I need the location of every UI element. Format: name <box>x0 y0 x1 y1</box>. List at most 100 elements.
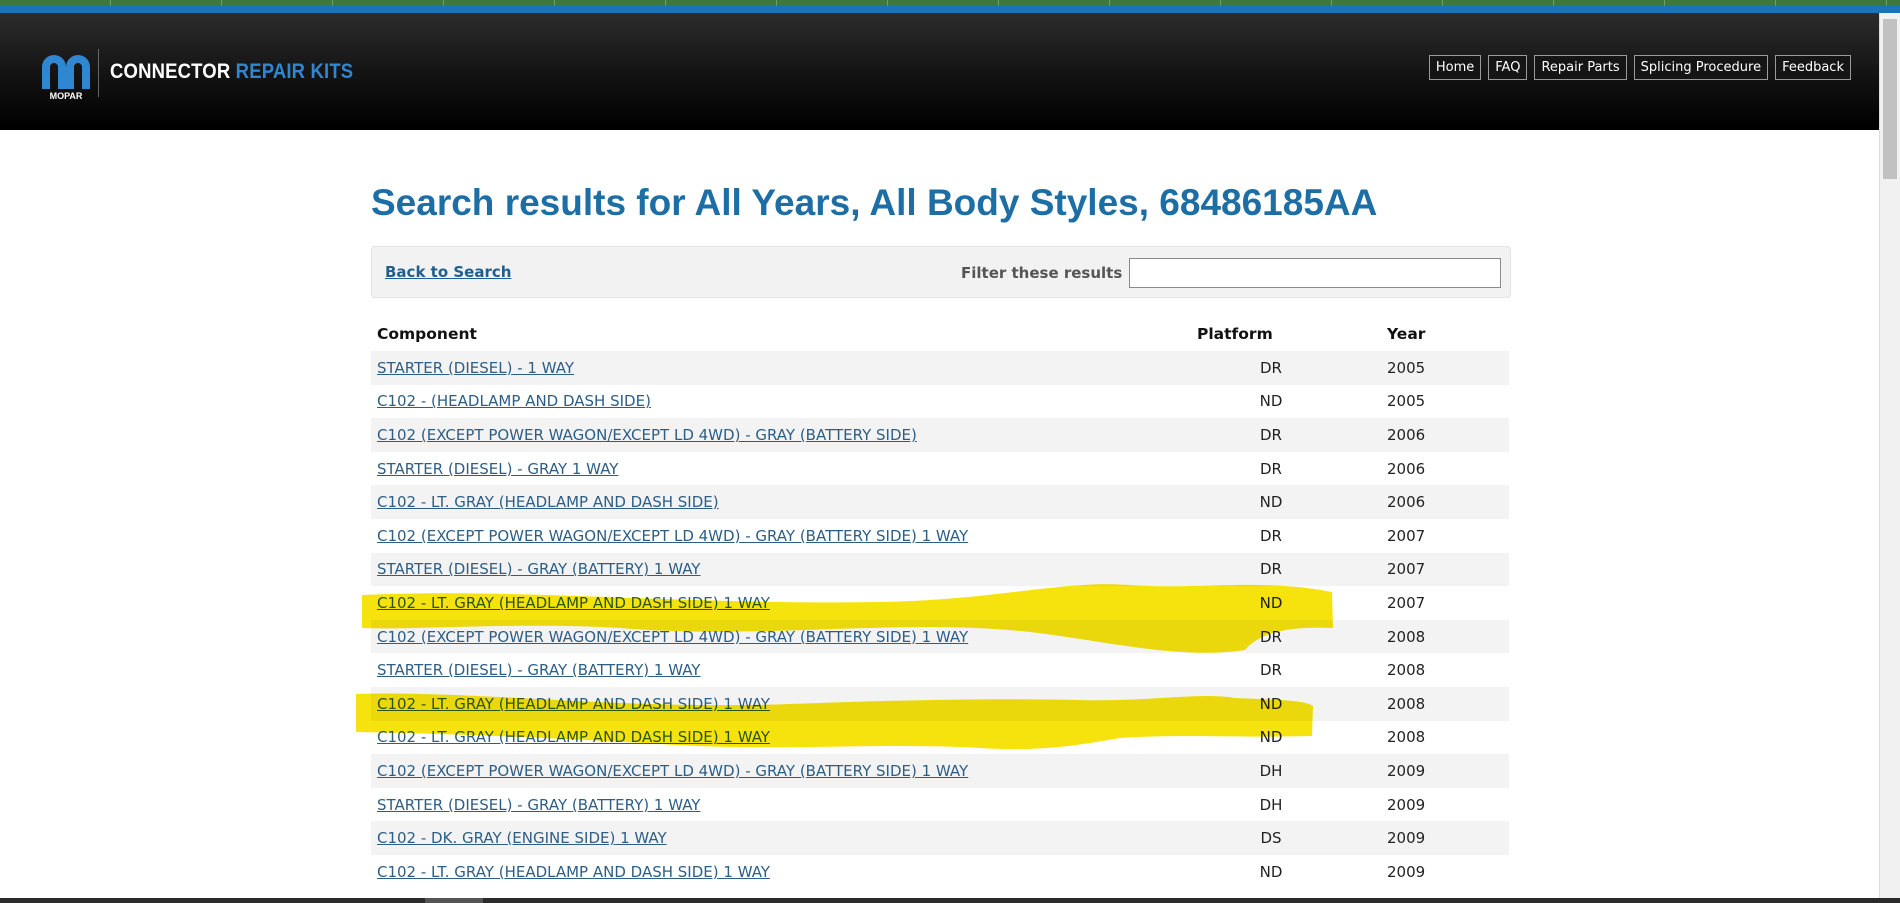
nav-feedback-button[interactable]: Feedback <box>1775 55 1851 80</box>
cell-year: 2009 <box>1387 795 1426 814</box>
cell-platform: DR <box>1260 526 1282 545</box>
column-header-year[interactable]: Year <box>1345 317 1509 351</box>
cell-component: STARTER (DIESEL) - GRAY 1 WAY <box>371 452 1197 486</box>
cell-component: C102 (EXCEPT POWER WAGON/EXCEPT LD 4WD) … <box>371 754 1197 788</box>
table-row: C102 - DK. GRAY (ENGINE SIDE) 1 WAY DS 200… <box>371 821 1509 855</box>
results-table-body: STARTER (DIESEL) - 1 WAY DR 2005 C102 - (HE… <box>371 351 1509 889</box>
cell-year: 2009 <box>1387 761 1426 780</box>
cell-component: STARTER (DIESEL) - GRAY (BATTERY) 1 WAY <box>371 653 1197 687</box>
cell-platform: DH <box>1259 761 1283 780</box>
cell-platform: DS <box>1260 829 1282 848</box>
cell-component: C102 - LT. GRAY (HEADLAMP AND DASH SIDE)… <box>371 687 1197 721</box>
table-row: C102 - LT. GRAY (HEADLAMP AND DASH SIDE)… <box>371 586 1509 620</box>
component-link[interactable]: C102 - LT. GRAY (HEADLAMP AND DASH SIDE)… <box>377 594 770 612</box>
cell-year: 2008 <box>1387 694 1426 713</box>
cell-platform: ND <box>1259 593 1283 612</box>
cell-platform: ND <box>1259 694 1283 713</box>
cell-platform: ND <box>1259 728 1283 747</box>
component-link[interactable]: STARTER (DIESEL) - GRAY (BATTERY) 1 WAY <box>377 661 700 679</box>
component-link[interactable]: C102 (EXCEPT POWER WAGON/EXCEPT LD 4WD) … <box>377 628 968 646</box>
table-row: C102 - LT. GRAY (HEADLAMP AND DASH SIDE)… <box>371 485 1509 519</box>
cell-component: C102 (EXCEPT POWER WAGON/EXCEPT LD 4WD) … <box>371 519 1197 553</box>
cell-year: 2006 <box>1387 459 1426 478</box>
cell-platform: ND <box>1259 392 1283 411</box>
table-row: STARTER (DIESEL) - GRAY (BATTERY) 1 WAY D… <box>371 653 1509 687</box>
page-scrollbar[interactable] <box>1879 13 1900 903</box>
cell-year: 2006 <box>1387 493 1426 512</box>
component-link[interactable]: C102 - LT. GRAY (HEADLAMP AND DASH SIDE) <box>377 493 719 511</box>
cell-component: STARTER (DIESEL) - 1 WAY <box>371 351 1197 385</box>
component-link[interactable]: C102 - (HEADLAMP AND DASH SIDE) <box>377 392 651 410</box>
page-title: Search results for All Years, All Body S… <box>371 182 1378 223</box>
cell-component: C102 - LT. GRAY (HEADLAMP AND DASH SIDE)… <box>371 855 1197 889</box>
cell-component: C102 - LT. GRAY (HEADLAMP AND DASH SIDE) <box>371 485 1197 519</box>
component-link[interactable]: STARTER (DIESEL) - GRAY (BATTERY) 1 WAY <box>377 560 700 578</box>
table-header-row: Component Platform Year <box>371 317 1509 351</box>
main-nav: Home FAQ Repair Parts Splicing Procedure… <box>1428 55 1851 80</box>
table-row: STARTER (DIESEL) - GRAY (BATTERY) 1 WAY D… <box>371 552 1509 587</box>
filter-results-input[interactable] <box>1129 258 1501 288</box>
results-table: Component Platform Year STARTER (DIESEL)… <box>371 317 1509 889</box>
cell-year: 2008 <box>1387 728 1426 747</box>
table-row: C102 - LT. GRAY (HEADLAMP AND DASH SIDE)… <box>371 686 1509 721</box>
component-link[interactable]: C102 (EXCEPT POWER WAGON/EXCEPT LD 4WD) … <box>377 426 917 444</box>
component-link[interactable]: STARTER (DIESEL) - GRAY (BATTERY) 1 WAY <box>377 796 700 814</box>
cell-component: C102 - DK. GRAY (ENGINE SIDE) 1 WAY <box>371 821 1197 855</box>
site-header: MOPAR CONNECTOR REPAIR KITS Home FAQ Rep… <box>0 13 1879 130</box>
site-brand[interactable]: CONNECTOR REPAIR KITS <box>110 60 353 84</box>
taskbar-active-tab[interactable] <box>425 898 483 903</box>
table-row: STARTER (DIESEL) - 1 WAY DR 2005 <box>371 351 1509 385</box>
cell-year: 2009 <box>1387 829 1426 848</box>
cell-component: STARTER (DIESEL) - GRAY (BATTERY) 1 WAY <box>371 788 1197 822</box>
browser-top-strip <box>0 0 1900 13</box>
filter-label: Filter these results <box>961 264 1123 282</box>
cell-component: STARTER (DIESEL) - GRAY (BATTERY) 1 WAY <box>371 553 1197 587</box>
table-row: C102 (EXCEPT POWER WAGON/EXCEPT LD 4WD) … <box>371 418 1509 452</box>
cell-year: 2007 <box>1387 593 1426 612</box>
nav-faq-button[interactable]: FAQ <box>1488 55 1528 80</box>
component-link[interactable]: C102 (EXCEPT POWER WAGON/EXCEPT LD 4WD) … <box>377 527 968 545</box>
mopar-logo[interactable]: MOPAR <box>38 45 94 101</box>
cell-component: C102 (EXCEPT POWER WAGON/EXCEPT LD 4WD) … <box>371 418 1197 452</box>
logo-wordmark: MOPAR <box>50 91 83 101</box>
cell-year: 2008 <box>1387 627 1426 646</box>
component-link[interactable]: C102 - LT. GRAY (HEADLAMP AND DASH SIDE)… <box>377 863 770 881</box>
logo-divider <box>98 49 99 97</box>
cell-year: 2007 <box>1387 526 1426 545</box>
nav-repair-parts-button[interactable]: Repair Parts <box>1534 55 1627 80</box>
brand-word-repair-kits: REPAIR KITS <box>235 60 354 83</box>
cell-platform: DR <box>1260 560 1282 579</box>
table-row: STARTER (DIESEL) - GRAY 1 WAY DR 2006 <box>371 451 1509 486</box>
taskbar-sliver <box>0 898 1900 903</box>
component-link[interactable]: C102 - DK. GRAY (ENGINE SIDE) 1 WAY <box>377 829 667 847</box>
cell-platform: DR <box>1260 661 1282 680</box>
cell-platform: DH <box>1259 795 1283 814</box>
cell-year: 2006 <box>1387 425 1426 444</box>
component-link[interactable]: STARTER (DIESEL) - 1 WAY <box>377 359 574 377</box>
table-row: C102 - LT. GRAY (HEADLAMP AND DASH SIDE)… <box>371 720 1509 755</box>
column-header-platform[interactable]: Platform <box>1197 317 1345 351</box>
cell-platform: DR <box>1260 425 1282 444</box>
cell-component: C102 - LT. GRAY (HEADLAMP AND DASH SIDE)… <box>371 721 1197 755</box>
cell-component: C102 - (HEADLAMP AND DASH SIDE) <box>371 385 1197 419</box>
component-link[interactable]: C102 (EXCEPT POWER WAGON/EXCEPT LD 4WD) … <box>377 762 968 780</box>
cell-year: 2008 <box>1387 661 1426 680</box>
results-toolbar: Back to Search Filter these results <box>371 246 1511 298</box>
nav-splicing-procedure-button[interactable]: Splicing Procedure <box>1633 55 1769 80</box>
table-row: C102 - LT. GRAY (HEADLAMP AND DASH SIDE)… <box>371 854 1509 889</box>
cell-platform: DR <box>1260 627 1282 646</box>
back-to-search-link[interactable]: Back to Search <box>385 263 511 281</box>
component-link[interactable]: C102 - LT. GRAY (HEADLAMP AND DASH SIDE)… <box>377 728 770 746</box>
component-link[interactable]: STARTER (DIESEL) - GRAY 1 WAY <box>377 460 618 478</box>
scrollbar-thumb[interactable] <box>1883 19 1897 179</box>
table-row: C102 (EXCEPT POWER WAGON/EXCEPT LD 4WD) … <box>371 518 1509 553</box>
cell-platform: DR <box>1260 358 1282 377</box>
column-header-component[interactable]: Component <box>371 317 1197 351</box>
cell-year: 2007 <box>1387 560 1426 579</box>
cell-year: 2005 <box>1387 392 1426 411</box>
table-row: STARTER (DIESEL) - GRAY (BATTERY) 1 WAY D… <box>371 787 1509 822</box>
table-row: C102 - (HEADLAMP AND DASH SIDE) ND 2005 <box>371 384 1509 419</box>
cell-component: C102 - LT. GRAY (HEADLAMP AND DASH SIDE)… <box>371 586 1197 620</box>
component-link[interactable]: C102 - LT. GRAY (HEADLAMP AND DASH SIDE)… <box>377 695 770 713</box>
nav-home-button[interactable]: Home <box>1428 55 1482 80</box>
